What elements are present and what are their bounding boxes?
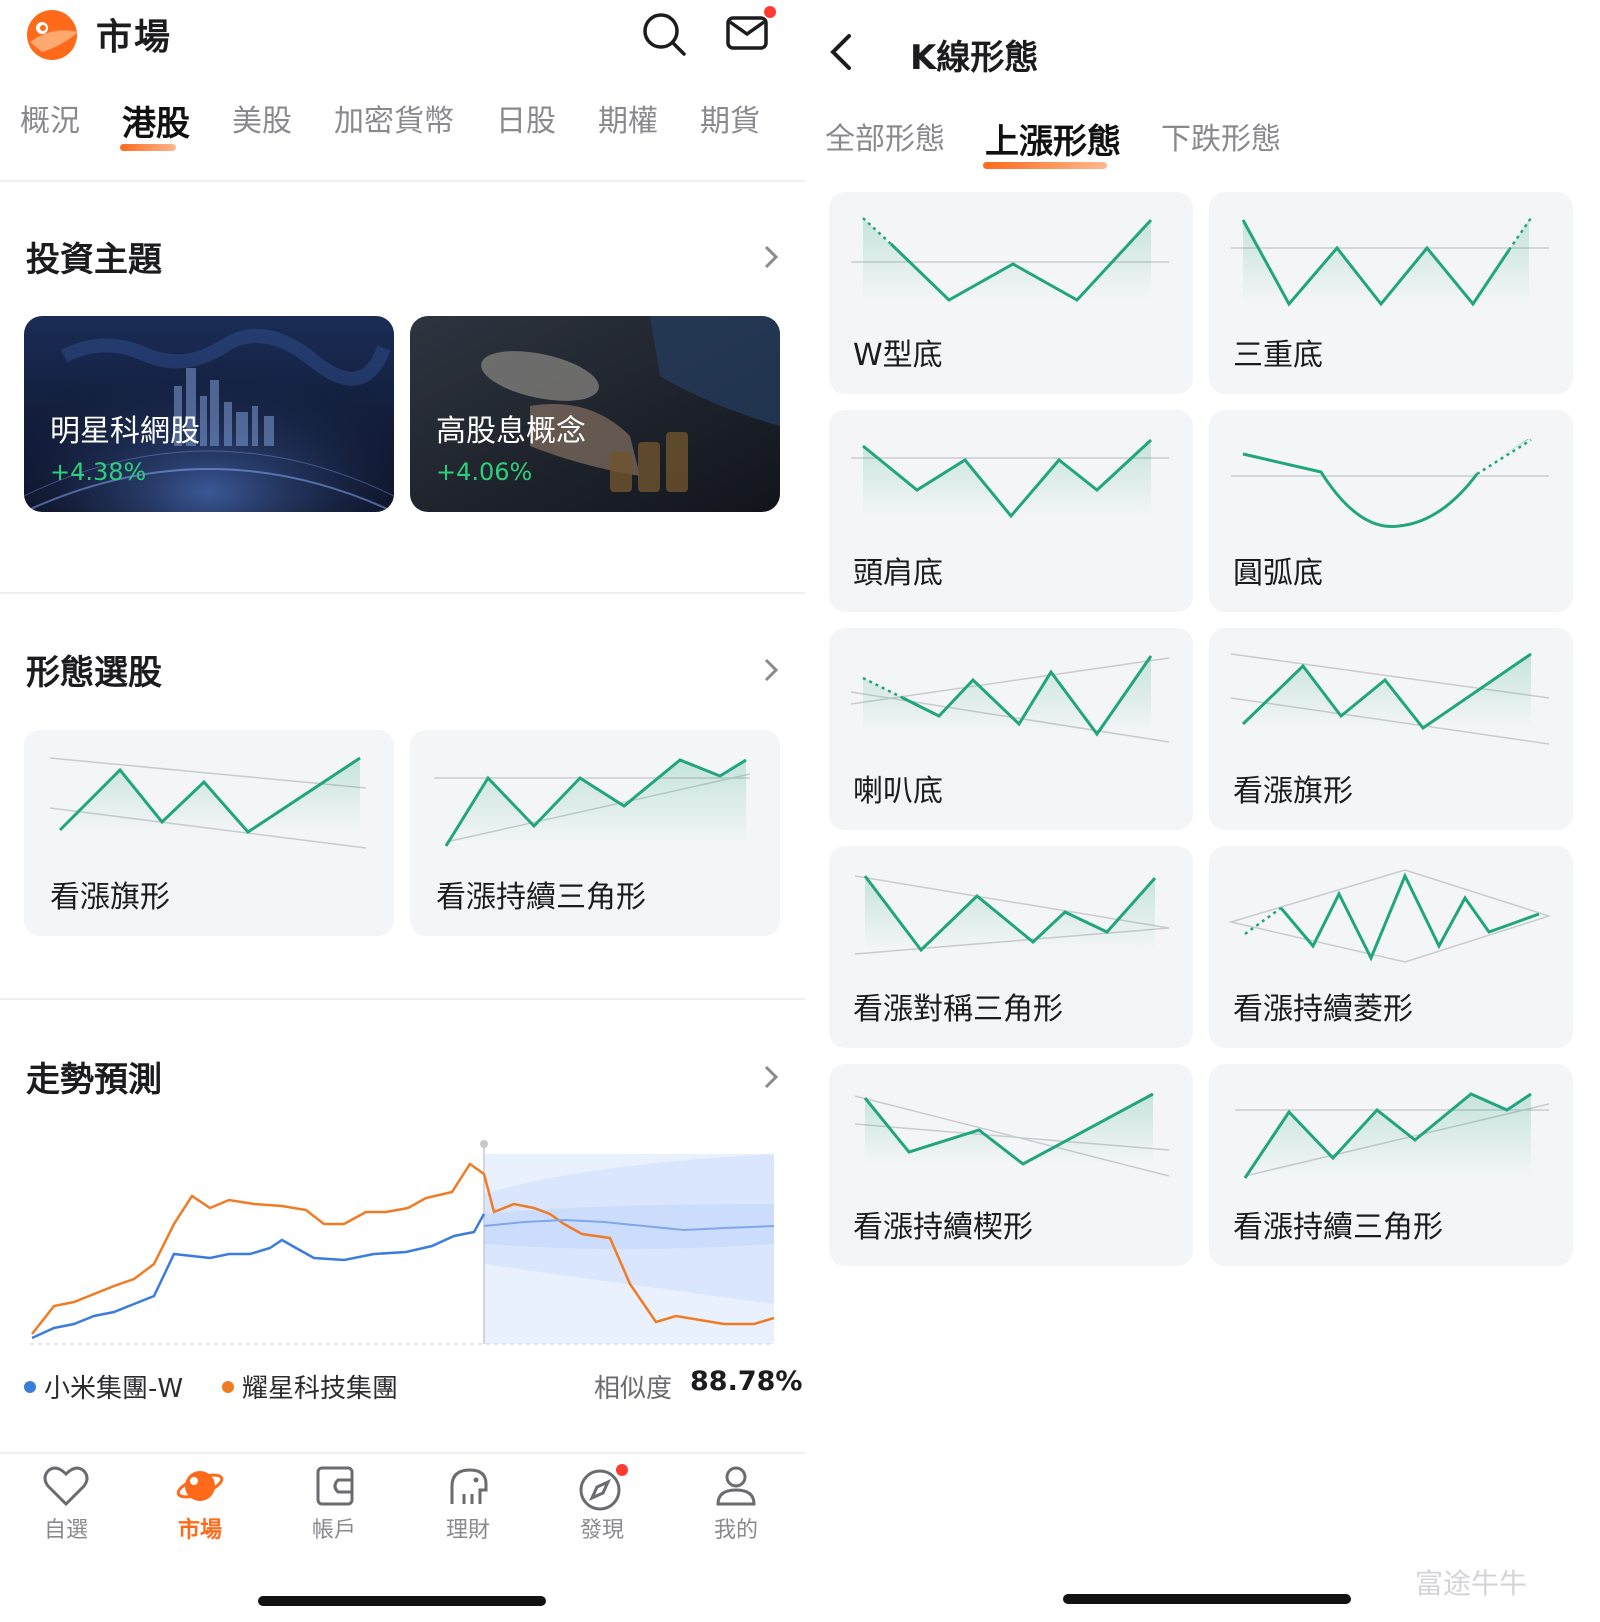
- similarity-label: 相似度: [594, 1374, 673, 1404]
- legend-label: 耀星科技集團: [242, 1374, 399, 1404]
- nav-label: 市場: [177, 1518, 222, 1543]
- legend-dot: [222, 1380, 234, 1393]
- pattern-name: 頭肩底: [853, 556, 943, 591]
- pattern-card-bull-triangle[interactable]: 看漲持續三角形: [410, 730, 780, 936]
- nav-label: 發現: [579, 1518, 624, 1543]
- pattern-card-rounding-bottom[interactable]: 圓弧底: [1209, 410, 1573, 612]
- page-title: K線形態: [910, 38, 1039, 78]
- legend-label: 小米集團-W: [44, 1374, 184, 1404]
- bottom-nav: 自選 市場 帳戶 理財 發現 我的: [0, 1452, 805, 1622]
- pattern-card-bull-flag[interactable]: 看漲旗形: [24, 730, 394, 936]
- pattern-name: 看漲旗形: [50, 880, 170, 915]
- section-title-themes: 投資主題: [26, 240, 162, 280]
- compass-icon: [579, 1464, 628, 1511]
- pattern-card-w-bottom[interactable]: W型底: [829, 192, 1193, 394]
- pattern-card-bull-flag-2[interactable]: 看漲旗形: [1209, 628, 1573, 830]
- nav-market[interactable]: 市場: [150, 1464, 250, 1544]
- theme-card-dividend[interactable]: 高股息概念 +4.06%: [410, 316, 780, 512]
- divider: [0, 180, 805, 182]
- nav-label: 帳戶: [311, 1518, 356, 1543]
- watermark-text: 富途牛牛: [1415, 1567, 1528, 1600]
- pattern-name: 看漲持續三角形: [436, 880, 646, 915]
- heart-icon: [43, 1466, 89, 1507]
- tab-bullish-patterns[interactable]: 上漲形態: [983, 114, 1121, 169]
- divider: [0, 998, 805, 1000]
- tab-overview[interactable]: 概況: [20, 96, 80, 145]
- legend-item: 耀星科技集團: [222, 1368, 398, 1405]
- pattern-tabs: 全部形態 上漲形態 下跌形態: [825, 114, 1321, 169]
- nav-watchlist[interactable]: 自選: [16, 1464, 116, 1544]
- back-arrow-icon[interactable]: [825, 30, 855, 74]
- pattern-card-head-shoulders-bottom[interactable]: 頭肩底: [829, 410, 1193, 612]
- pattern-name: 看漲對稱三角形: [853, 992, 1063, 1027]
- pattern-card-bull-diamond[interactable]: 看漲持續菱形: [1209, 846, 1573, 1048]
- pattern-card-bull-triangle-2[interactable]: 看漲持續三角形: [1209, 1064, 1573, 1266]
- legend-item: 小米集團-W: [24, 1368, 183, 1405]
- nav-account[interactable]: 帳戶: [284, 1464, 384, 1544]
- pattern-name: W型底: [853, 338, 943, 373]
- market-panel: 市場 概況 港股 美股 加密貨幣 日股 期權 期貨 投資主題 明星科網股 +4.…: [0, 0, 805, 1622]
- market-tabs: 概況 港股 美股 加密貨幣 日股 期權 期貨: [20, 96, 760, 151]
- tab-jp-stocks[interactable]: 日股: [496, 96, 556, 145]
- theme-change: +4.38%: [50, 458, 147, 486]
- nav-label: 自選: [43, 1518, 88, 1543]
- pattern-card-bull-wedge[interactable]: 看漲持續楔形: [829, 1064, 1193, 1266]
- nav-label: 我的: [713, 1518, 758, 1543]
- home-indicator: [258, 1596, 546, 1606]
- pattern-card-bull-symmetric-triangle[interactable]: 看漲對稱三角形: [829, 846, 1193, 1048]
- pattern-card-triple-bottom[interactable]: 三重底: [1209, 192, 1573, 394]
- pattern-name: 看漲旗形: [1233, 774, 1353, 809]
- tab-all-patterns[interactable]: 全部形態: [825, 114, 945, 163]
- pattern-name: 看漲持續三角形: [1233, 1210, 1443, 1245]
- page-title: 市場: [96, 17, 173, 58]
- pattern-card-broadening-bottom[interactable]: 喇叭底: [829, 628, 1193, 830]
- chevron-right-icon[interactable]: [760, 1062, 782, 1092]
- nav-wealth[interactable]: 理財: [418, 1464, 518, 1544]
- pattern-name: 看漲持續菱形: [1233, 992, 1413, 1027]
- tab-crypto[interactable]: 加密貨幣: [334, 96, 454, 145]
- pattern-name: 看漲持續楔形: [853, 1210, 1033, 1245]
- similarity-value: 88.78%: [690, 1366, 803, 1397]
- chevron-right-icon[interactable]: [760, 242, 782, 272]
- tab-options[interactable]: 期權: [598, 96, 658, 145]
- futu-logo-icon: [27, 10, 78, 60]
- theme-name: 高股息概念: [436, 414, 586, 449]
- tab-futures[interactable]: 期貨: [700, 96, 760, 145]
- legend-dot: [24, 1380, 36, 1393]
- theme-card-tech[interactable]: 明星科網股 +4.38%: [24, 316, 394, 512]
- divider: [0, 592, 805, 594]
- theme-change: +4.06%: [436, 458, 533, 486]
- mail-icon[interactable]: [722, 4, 778, 60]
- pattern-name: 三重底: [1233, 338, 1323, 373]
- nav-discover[interactable]: 發現: [552, 1464, 652, 1544]
- section-title-trend: 走勢預測: [26, 1060, 162, 1100]
- nav-label: 理財: [445, 1518, 490, 1543]
- trend-forecast-chart[interactable]: [24, 1134, 784, 1354]
- section-title-patterns: 形態選股: [26, 653, 162, 693]
- planet-icon: [176, 1471, 224, 1501]
- theme-name: 明星科網股: [50, 414, 200, 449]
- chevron-right-icon[interactable]: [760, 655, 782, 685]
- tab-hk-stocks[interactable]: 港股: [120, 96, 190, 151]
- home-indicator: [1063, 1594, 1351, 1604]
- user-icon: [716, 1466, 756, 1506]
- search-icon[interactable]: [640, 10, 688, 58]
- k-pattern-panel: K線形態 全部形態 上漲形態 下跌形態 W型底 三重底 頭肩底 圓弧底 喇叭底 …: [815, 0, 1600, 1622]
- pattern-name: 喇叭底: [853, 774, 943, 809]
- wallet-icon: [316, 1466, 354, 1506]
- tab-bearish-patterns[interactable]: 下跌形態: [1161, 114, 1281, 163]
- piggy-bank-icon: [450, 1468, 488, 1504]
- tab-us-stocks[interactable]: 美股: [232, 96, 292, 145]
- nav-me[interactable]: 我的: [686, 1464, 786, 1544]
- pattern-name: 圓弧底: [1233, 556, 1323, 591]
